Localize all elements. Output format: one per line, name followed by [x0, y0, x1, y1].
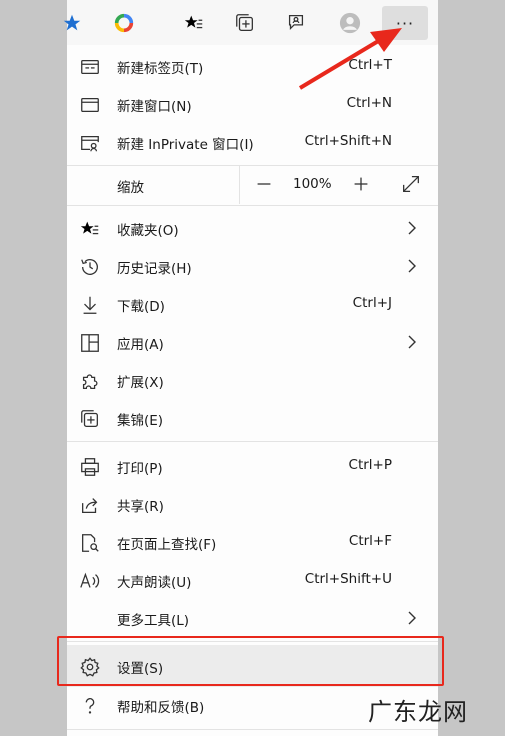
menu-item-share[interactable]: 共享(R) — [67, 485, 438, 523]
printer-icon — [79, 456, 101, 478]
menu-item-label: 打印(P) — [117, 461, 163, 477]
menu-item-find-on-page[interactable]: 在页面上查找(F) Ctrl+F — [67, 523, 438, 561]
page-background-right — [438, 0, 505, 736]
menu-item-label: 在页面上查找(F) — [117, 537, 217, 553]
settings-and-more-menu: 新建标签页(T) Ctrl+T 新建窗口(N) Ctrl+N 新建 InPriv… — [67, 45, 438, 736]
watermark-text: 广东龙网 — [368, 698, 468, 726]
page-background-left — [0, 0, 67, 736]
menu-item-extensions[interactable]: 扩展(X) — [67, 361, 438, 399]
fullscreen-expand-icon[interactable] — [400, 173, 422, 195]
collections-icon[interactable] — [230, 8, 260, 38]
zoom-level: 100% — [293, 176, 332, 192]
menu-item-new-inprivate-window[interactable]: 新建 InPrivate 窗口(I) Ctrl+Shift+N — [67, 123, 438, 161]
favorites-icon — [79, 218, 101, 240]
download-icon — [79, 294, 101, 316]
menu-item-shortcut: Ctrl+J — [352, 295, 392, 311]
menu-separator — [67, 205, 438, 206]
menu-item-label: 应用(A) — [117, 337, 164, 353]
menu-item-shortcut: Ctrl+F — [348, 533, 392, 549]
menu-item-collections[interactable]: 集锦(E) — [67, 399, 438, 437]
zoom-out-button[interactable] — [253, 173, 275, 195]
settings-highlight-box — [57, 636, 444, 686]
menu-item-label: 新建 InPrivate 窗口(I) — [117, 137, 254, 153]
menu-item-shortcut: Ctrl+P — [348, 457, 392, 473]
menu-item-print[interactable]: 打印(P) Ctrl+P — [67, 447, 438, 485]
menu-item-downloads[interactable]: 下载(D) Ctrl+J — [67, 285, 438, 323]
favorite-star-icon[interactable] — [57, 8, 87, 38]
menu-item-more-tools[interactable]: 更多工具(L) — [67, 599, 438, 637]
menu-item-label: 更多工具(L) — [117, 613, 190, 629]
menu-item-label: 帮助和反馈(B) — [117, 700, 205, 716]
menu-item-shortcut: Ctrl+Shift+U — [304, 571, 392, 587]
help-question-icon — [79, 695, 101, 717]
menu-item-label: 共享(R) — [117, 499, 164, 515]
find-on-page-icon — [79, 532, 101, 554]
chevron-right-icon — [405, 257, 419, 275]
chevron-right-icon — [405, 219, 419, 237]
favorites-list-icon[interactable] — [179, 8, 209, 38]
collections-icon — [79, 408, 101, 430]
menu-item-history[interactable]: 历史记录(H) — [67, 247, 438, 285]
annotation-arrow-icon — [298, 28, 402, 90]
apps-icon — [79, 332, 101, 354]
chevron-right-icon — [405, 609, 419, 627]
inprivate-window-icon — [79, 132, 101, 154]
menu-item-label: 扩展(X) — [117, 375, 164, 391]
menu-item-favorites[interactable]: 收藏夹(O) — [67, 209, 438, 247]
chevron-right-icon — [405, 333, 419, 351]
menu-item-read-aloud[interactable]: 大声朗读(U) Ctrl+Shift+U — [67, 561, 438, 599]
menu-item-label: 收藏夹(O) — [117, 223, 179, 239]
menu-item-apps[interactable]: 应用(A) — [67, 323, 438, 361]
menu-item-shortcut: Ctrl+N — [346, 95, 392, 111]
zoom-divider — [239, 166, 240, 204]
menu-item-label: 新建窗口(N) — [117, 99, 192, 115]
menu-item-label: 下载(D) — [117, 299, 165, 315]
menu-item-label: 历史记录(H) — [117, 261, 192, 277]
zoom-in-button[interactable] — [350, 173, 372, 195]
menu-item-label: 新建标签页(T) — [117, 61, 204, 77]
color-wheel-extension-icon[interactable] — [109, 8, 139, 38]
new-tab-icon — [79, 56, 101, 78]
menu-separator — [67, 441, 438, 442]
new-window-icon — [79, 94, 101, 116]
menu-item-label: 集锦(E) — [117, 413, 164, 429]
history-icon — [79, 256, 101, 278]
menu-item-label: 大声朗读(U) — [117, 575, 192, 591]
share-icon — [79, 494, 101, 516]
menu-item-shortcut: Ctrl+Shift+N — [304, 133, 392, 149]
menu-separator — [67, 729, 438, 730]
puzzle-piece-icon — [79, 370, 101, 392]
read-aloud-icon — [79, 570, 101, 592]
zoom-label: 缩放 — [117, 180, 144, 196]
